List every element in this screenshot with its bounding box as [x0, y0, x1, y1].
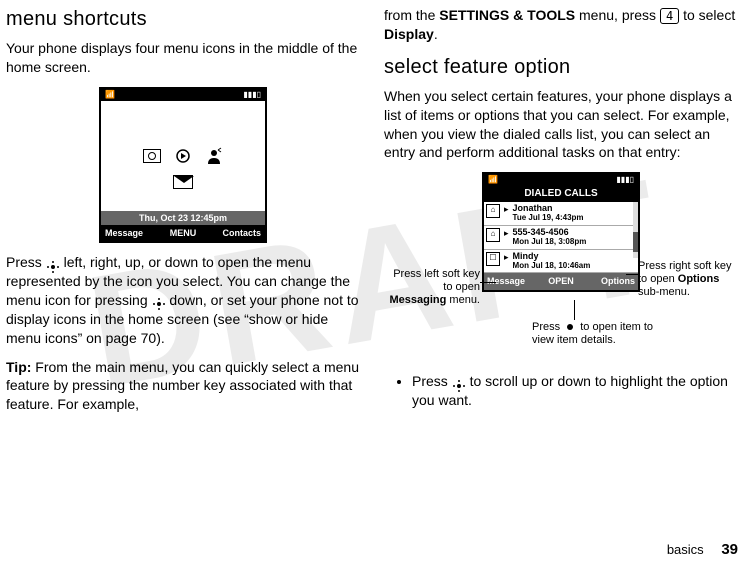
footer-section: basics: [667, 542, 704, 557]
nav-paragraph: Press left, right, up, or down to open t…: [6, 253, 360, 347]
person-icon: [205, 147, 223, 165]
text-fragment: .: [434, 26, 438, 42]
nav-key-icon: [452, 376, 466, 390]
text-fragment: Press: [6, 254, 46, 270]
phone2-status-bar: 📶 ▮▮▮▯: [484, 174, 638, 186]
arrow-icon: ▸: [504, 252, 509, 262]
call-entry: 555-345-4506 Mon Jul 18, 3:08pm: [513, 228, 636, 247]
callout-center-key: Press to open item to view item details.: [532, 320, 662, 347]
call-row: ⌂ ▸ Jonathan Tue Jul 19, 4:43pm: [484, 202, 638, 226]
feature-paragraph: When you select certain features, your p…: [384, 87, 738, 163]
callout-right-softkey: Press right soft key to open Options sub…: [638, 260, 738, 298]
arrow-icon: ▸: [504, 228, 509, 238]
camera-icon: [143, 149, 161, 163]
tip-label: Tip:: [6, 359, 31, 375]
options-label: Options: [678, 273, 720, 285]
softkey-center: OPEN: [536, 275, 585, 287]
heading-menu-shortcuts: menu shortcuts: [6, 6, 360, 33]
phone-softkey-bar: Message MENU Contacts: [101, 225, 265, 241]
text-fragment: Press: [412, 373, 452, 389]
call-name: Mindy: [513, 251, 539, 261]
scrollbar: [633, 202, 638, 259]
call-entry: Jonathan Tue Jul 19, 4:43pm: [513, 204, 636, 223]
call-type-icon: ⌂: [486, 204, 500, 218]
intro-paragraph: Your phone displays four menu icons in t…: [6, 39, 360, 77]
nav-key-icon: [152, 294, 166, 308]
callout-left-softkey: Press left soft key to open Messaging me…: [384, 268, 480, 306]
signal-icon: 📶: [488, 175, 498, 185]
phone2-body: ⌂ ▸ Jonathan Tue Jul 19, 4:43pm ⌂ ▸ 555-…: [484, 202, 638, 274]
text-fragment: menu, press: [575, 7, 660, 23]
heading-select-feature: select feature option: [384, 54, 738, 81]
phone-home-screen: 📶 ▮▮▮▯ Thu, Oct 23 12:45pm Message: [99, 87, 267, 243]
signal-icon: 📶: [105, 90, 115, 100]
bullet-list: Press to scroll up or down to highlight …: [412, 372, 738, 410]
arrow-icon: ▸: [504, 204, 509, 214]
tip-text: From the main menu, you can quickly sele…: [6, 359, 359, 413]
continuation-paragraph: from the SETTINGS & TOOLS menu, press 4 …: [384, 6, 738, 44]
bullet-item: Press to scroll up or down to highlight …: [412, 372, 738, 410]
phone2-title: DIALED CALLS: [484, 186, 638, 202]
phone-status-bar: 📶 ▮▮▮▯: [101, 89, 265, 101]
text-fragment: to select: [679, 7, 735, 23]
right-column: from the SETTINGS & TOOLS menu, press 4 …: [384, 6, 738, 424]
text-fragment: sub-menu.: [638, 286, 690, 298]
softkey-left: Message: [105, 227, 157, 239]
page-footer: basics 39: [667, 540, 738, 560]
call-row: ⌂ ▸ 555-345-4506 Mon Jul 18, 3:08pm: [484, 226, 638, 250]
call-type-icon: ☐: [486, 252, 500, 266]
dialed-calls-figure: 📶 ▮▮▮▯ DIALED CALLS ⌂ ▸ Jonathan Tue Jul…: [384, 172, 738, 362]
keycap-4: 4: [660, 8, 679, 24]
footer-page-number: 39: [721, 541, 738, 558]
phone-body: [101, 101, 265, 211]
text-fragment: Press: [532, 321, 563, 333]
envelope-icon: [173, 175, 193, 189]
text-fragment: menu.: [446, 294, 480, 306]
tip-paragraph: Tip: From the main menu, you can quickly…: [6, 358, 360, 415]
callout-connector: [480, 282, 496, 283]
nav-key-icon: [46, 256, 60, 270]
menu-item-display: Display: [384, 26, 434, 42]
call-name: Jonathan: [513, 203, 553, 213]
text-fragment: from the: [384, 7, 439, 23]
center-key-icon: [563, 320, 577, 334]
menu-name: SETTINGS & TOOLS: [439, 7, 575, 23]
phone-date-line: Thu, Oct 23 12:45pm: [101, 211, 265, 225]
battery-icon: ▮▮▮▯: [616, 175, 634, 185]
softkey-right: Contacts: [209, 227, 261, 239]
phone-dialed-calls: 📶 ▮▮▮▯ DIALED CALLS ⌂ ▸ Jonathan Tue Jul…: [482, 172, 640, 291]
softkey-center: MENU: [157, 227, 209, 239]
left-column: menu shortcuts Your phone displays four …: [6, 6, 360, 424]
messaging-label: Messaging: [390, 294, 447, 306]
callout-connector: [626, 274, 638, 275]
call-type-icon: ⌂: [486, 228, 500, 242]
call-name: 555-345-4506: [513, 227, 569, 237]
call-time: Mon Jul 18, 3:08pm: [513, 237, 587, 246]
call-row: ☐ ▸ Mindy Mon Jul 18, 10:46am: [484, 250, 638, 274]
softkey-right: Options: [586, 275, 635, 287]
call-entry: Mindy Mon Jul 18, 10:46am: [513, 252, 636, 271]
callout-connector: [574, 300, 575, 320]
media-icon: [175, 148, 191, 164]
call-time: Mon Jul 18, 10:46am: [513, 261, 591, 270]
phone2-softkey-bar: Message OPEN Options: [484, 273, 638, 289]
call-time: Tue Jul 19, 4:43pm: [513, 213, 584, 222]
text-fragment: Press left soft key to open: [393, 268, 480, 293]
battery-icon: ▮▮▮▯: [243, 90, 261, 100]
